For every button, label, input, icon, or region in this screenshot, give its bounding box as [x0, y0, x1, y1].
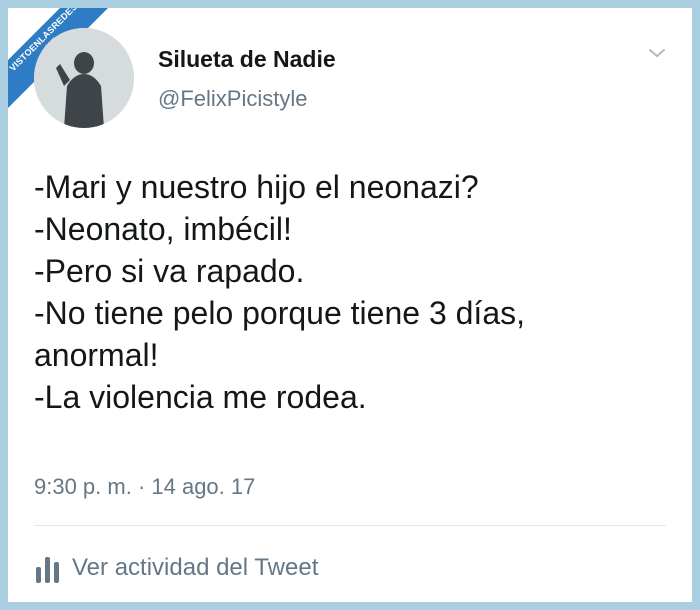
avatar-silhouette-image	[34, 28, 134, 128]
tweet-line: -No tiene pelo porque tiene 3 días,	[34, 295, 525, 331]
tweet-line: -Mari y nuestro hijo el neonazi?	[34, 169, 479, 205]
tweet-card: VISTOENLASREDES .com Silueta de Nadie @F…	[8, 8, 692, 602]
avatar[interactable]	[34, 28, 134, 128]
tweet-line: -Neonato, imbécil!	[34, 211, 292, 247]
chevron-down-icon[interactable]	[648, 46, 666, 60]
tweet-line: -La violencia me rodea.	[34, 379, 367, 415]
author-name[interactable]: Silueta de Nadie	[158, 46, 336, 73]
author-handle[interactable]: @FelixPicistyle	[158, 86, 307, 112]
tweet-activity-link[interactable]: Ver actividad del Tweet	[34, 553, 318, 583]
tweet-text: -Mari y nuestro hijo el neonazi? -Neonat…	[34, 166, 674, 418]
tweet-timestamp[interactable]: 9:30 p. m. · 14 ago. 17	[34, 474, 255, 500]
bar-chart-icon	[36, 557, 59, 583]
activity-label: Ver actividad del Tweet	[72, 554, 319, 581]
divider	[34, 525, 666, 526]
tweet-line: anormal!	[34, 337, 159, 373]
tweet-line: -Pero si va rapado.	[34, 253, 305, 289]
